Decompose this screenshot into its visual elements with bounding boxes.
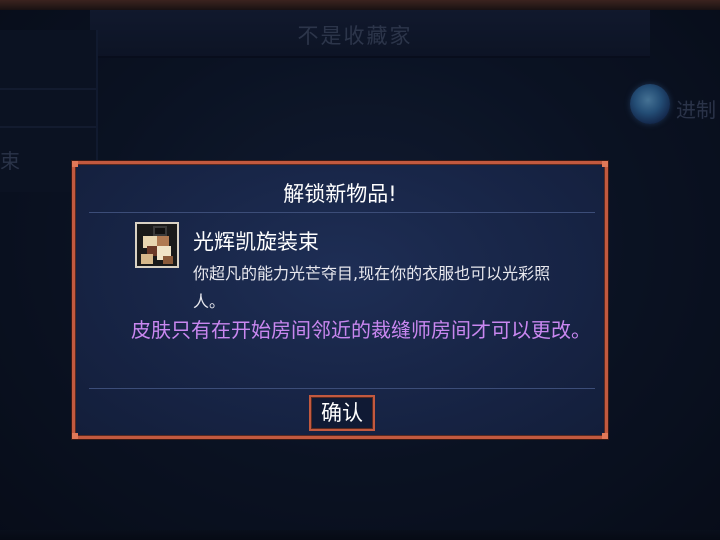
- corner-ornament: [72, 161, 78, 167]
- unlock-dialog: 解锁新物品! 光辉凯旋装束 你超凡的能力光芒夺目,现在你的衣服也可以光彩照人。 …: [72, 161, 608, 439]
- corner-ornament: [602, 433, 608, 439]
- divider: [89, 212, 595, 213]
- item-name: 光辉凯旋装束: [193, 230, 319, 254]
- corner-ornament: [72, 433, 78, 439]
- item-description: 你超凡的能力光芒夺目,现在你的衣服也可以光彩照人。: [193, 264, 551, 311]
- tailor-note: 皮肤只有在开始房间邻近的裁缝师房间才可以更改。: [131, 318, 591, 342]
- dialog-title: 解锁新物品!: [283, 182, 397, 206]
- outfit-icon: [135, 222, 179, 268]
- corner-ornament: [602, 161, 608, 167]
- divider: [89, 388, 595, 389]
- confirm-button[interactable]: 确认: [309, 395, 375, 431]
